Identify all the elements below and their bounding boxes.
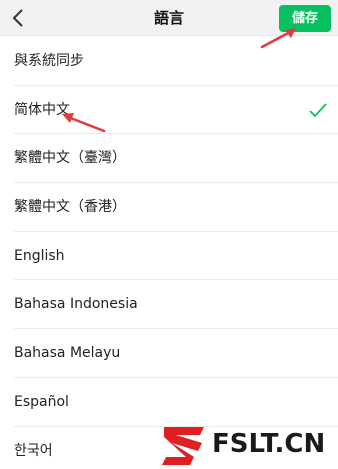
language-label: Bahasa Melayu: [14, 345, 121, 362]
language-list: 與系統同步 简体中文 繁體中文（臺灣） 繁體中文（香港） English Bah…: [0, 37, 338, 469]
watermark: FSLT.CN: [160, 423, 338, 469]
save-button[interactable]: 儲存: [279, 5, 331, 32]
language-label: 與系統同步: [14, 53, 84, 69]
check-icon: [309, 103, 327, 117]
language-label: 繁體中文（香港）: [14, 199, 126, 216]
language-option-simplified-chinese[interactable]: 简体中文: [14, 86, 338, 135]
watermark-text: FSLT.CN: [212, 429, 326, 459]
language-label: Español: [14, 393, 69, 410]
language-option-traditional-chinese-hongkong[interactable]: 繁體中文（香港）: [14, 183, 338, 232]
watermark-logo: [162, 427, 204, 465]
language-label: 繁體中文（臺灣）: [14, 150, 126, 167]
language-label: English: [14, 247, 65, 264]
language-option-bahasa-indonesia[interactable]: Bahasa Indonesia: [14, 280, 338, 330]
language-label: Bahasa Indonesia: [14, 296, 138, 313]
language-option-english[interactable]: English: [14, 232, 338, 281]
language-option-system[interactable]: 與系統同步: [14, 37, 338, 86]
language-option-espanol[interactable]: Español: [14, 378, 338, 427]
language-label: 한국어: [14, 442, 53, 459]
language-label: 简体中文: [14, 101, 70, 118]
top-bar: 語言 儲存: [0, 0, 338, 36]
language-option-traditional-chinese-taiwan[interactable]: 繁體中文（臺灣）: [14, 134, 338, 184]
language-option-bahasa-melayu[interactable]: Bahasa Melayu: [14, 329, 338, 378]
